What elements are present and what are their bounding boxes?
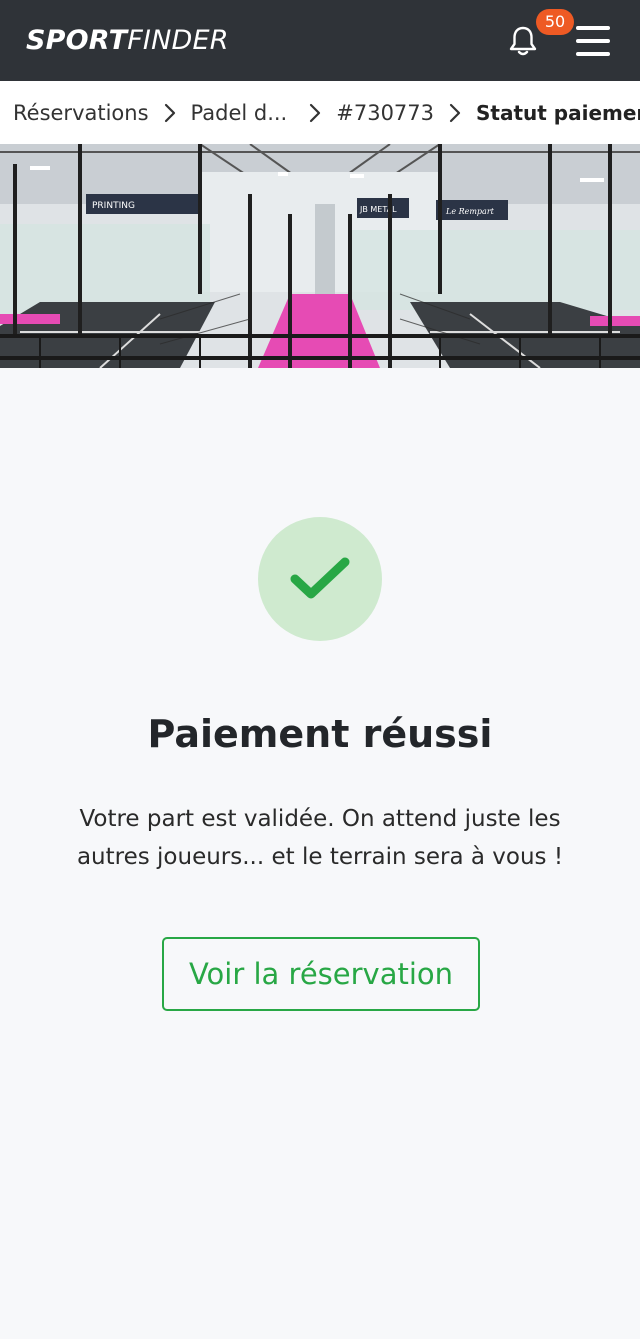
chevron-right-icon <box>164 103 176 123</box>
chevron-right-icon <box>309 103 321 123</box>
menu-icon-bar <box>576 25 610 30</box>
notification-count-badge: 50 <box>536 8 574 35</box>
banner-printing: PRINTING <box>92 201 135 211</box>
bell-icon <box>509 26 537 55</box>
padel-courts-photo: PRINTING JB METAL Le Rempart <box>0 144 640 368</box>
breadcrumb-current-page: Statut paiement <box>476 100 640 125</box>
header-actions: 50 <box>508 8 610 61</box>
chevron-right-icon <box>449 103 461 123</box>
logo-finder: FINDER <box>127 25 229 56</box>
logo-sport: SPORT <box>26 25 128 56</box>
sportfinder-logo[interactable]: SPORTFINDER <box>26 25 229 56</box>
breadcrumb-club[interactable]: Padel d... <box>191 101 288 125</box>
view-reservation-button[interactable]: Voir la réservation <box>162 937 480 1011</box>
menu-icon-bar <box>576 51 610 56</box>
breadcrumb: Réservations Padel d... #730773 Statut p… <box>0 81 640 144</box>
banner-le-rempart: Le Rempart <box>445 207 495 216</box>
success-status-circle <box>258 517 382 641</box>
status-message: Votre part est validée. On attend juste … <box>76 806 564 870</box>
menu-icon-bar <box>576 38 610 43</box>
check-icon <box>290 557 350 599</box>
page-title: Paiement réussi <box>147 712 493 756</box>
breadcrumb-reservations[interactable]: Réservations <box>13 101 149 125</box>
hamburger-menu-button[interactable] <box>576 25 610 56</box>
notifications-button[interactable]: 50 <box>508 8 574 61</box>
breadcrumb-booking-id[interactable]: #730773 <box>336 101 434 125</box>
top-navbar: SPORTFINDER 50 <box>0 0 640 81</box>
